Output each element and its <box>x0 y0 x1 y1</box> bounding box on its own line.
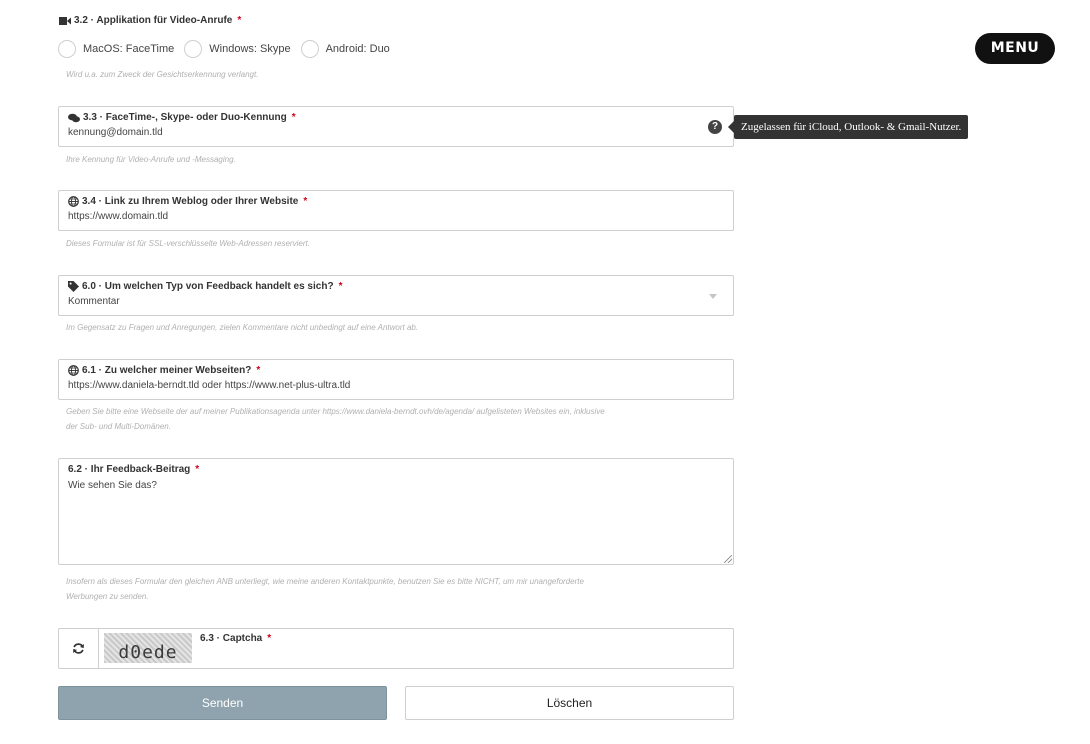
feedback-textarea[interactable]: 6.2 · Ihr Feedback-Beitrag * Wie sehen Si… <box>58 458 734 565</box>
which-site-label: 6.1 · Zu welcher meiner Webseiten? * <box>68 365 260 376</box>
tooltip: Zugelassen für iCloud, Outlook- & Gmail-… <box>727 115 969 139</box>
video-app-help: Wird u.a. zum Zweck der Gesichtserkennun… <box>66 70 259 79</box>
radio-facetime[interactable] <box>58 40 76 58</box>
video-camera-icon <box>59 16 71 25</box>
clear-button[interactable]: Löschen <box>405 686 734 720</box>
radio-duo-label[interactable]: Android: Duo <box>326 43 390 55</box>
menu-button[interactable]: MENU <box>975 33 1055 64</box>
feedback-type-value: Kommentar <box>68 296 120 307</box>
radio-skype[interactable] <box>184 40 203 58</box>
feedback-type-label-text: 6.0 · Um welchen Typ von Feedback handel… <box>82 281 334 292</box>
website-field[interactable]: 3.4 · Link zu Ihrem Weblog oder Ihrer We… <box>58 190 734 231</box>
resize-handle-icon[interactable] <box>724 555 732 563</box>
required-marker: * <box>303 196 308 207</box>
feedback-type-help: Im Gegensatz zu Fragen und Anregungen, z… <box>66 323 419 332</box>
captcha-field: d0ede 6.3 · Captcha * <box>58 628 734 669</box>
question-icon[interactable]: ? <box>708 120 722 134</box>
captcha-label: 6.3 · Captcha * <box>200 633 271 644</box>
radio-facetime-label[interactable]: MacOS: FaceTime <box>83 43 174 55</box>
radio-skype-label[interactable]: Windows: Skype <box>209 43 290 55</box>
website-label: 3.4 · Link zu Ihrem Weblog oder Ihrer We… <box>68 196 307 207</box>
which-site-field[interactable]: 6.1 · Zu welcher meiner Webseiten? * http… <box>58 359 734 400</box>
required-marker: * <box>338 281 343 292</box>
required-marker: * <box>267 633 272 644</box>
facetime-id-input[interactable]: kennung@domain.tld <box>68 127 163 138</box>
dropdown-arrow-icon[interactable] <box>709 294 717 299</box>
captcha-image: d0ede <box>104 633 192 663</box>
radio-duo[interactable] <box>300 40 319 58</box>
captcha-label-text: 6.3 · Captcha <box>200 633 263 644</box>
feedback-text-label: 6.2 · Ihr Feedback-Beitrag * <box>68 464 199 475</box>
captcha-input[interactable] <box>200 649 720 665</box>
required-marker: * <box>195 464 200 475</box>
feedback-type-select[interactable]: 6.0 · Um welchen Typ von Feedback handel… <box>58 275 734 316</box>
website-label-text: 3.4 · Link zu Ihrem Weblog oder Ihrer We… <box>82 196 299 207</box>
facetime-id-label-text: 3.3 · FaceTime-, Skype- oder Duo-Kennung <box>83 112 287 123</box>
which-site-help-line1: Geben Sie bitte eine Webseite der auf me… <box>66 407 605 416</box>
required-marker: * <box>256 365 261 376</box>
captcha-code: d0ede <box>118 642 178 663</box>
refresh-icon <box>73 643 84 654</box>
globe-icon <box>68 365 79 376</box>
tag-icon <box>68 281 79 292</box>
globe-icon <box>68 196 79 207</box>
required-marker: * <box>291 112 296 123</box>
captcha-refresh-button[interactable] <box>59 629 99 668</box>
website-help: Dieses Formular ist für SSL-verschlüssel… <box>66 239 310 248</box>
which-site-label-text: 6.1 · Zu welcher meiner Webseiten? <box>82 365 252 376</box>
chat-bubbles-icon <box>68 113 80 122</box>
feedback-type-label: 6.0 · Um welchen Typ von Feedback handel… <box>68 281 342 292</box>
send-button[interactable]: Senden <box>58 686 387 720</box>
feedback-text-value[interactable]: Wie sehen Sie das? <box>68 480 157 491</box>
required-marker: * <box>237 15 242 26</box>
facetime-id-label: 3.3 · FaceTime-, Skype- oder Duo-Kennung… <box>68 112 296 123</box>
which-site-input[interactable]: https://www.daniela-berndt.tld oder http… <box>68 380 350 391</box>
facetime-id-field[interactable]: 3.3 · FaceTime-, Skype- oder Duo-Kennung… <box>58 106 734 147</box>
which-site-help-line2: der Sub- und Multi-Domänen. <box>66 422 171 431</box>
video-app-label-text: 3.2 · Applikation für Video-Anrufe <box>74 15 233 26</box>
video-app-label: 3.2 · Applikation für Video-Anrufe * <box>59 15 241 26</box>
feedback-text-label-text: 6.2 · Ihr Feedback-Beitrag <box>68 464 191 475</box>
feedback-text-help-line2: Werbungen zu senden. <box>66 592 149 601</box>
video-app-radio-group: MacOS: FaceTime Windows: Skype Android: … <box>58 40 400 58</box>
facetime-id-help: Ihre Kennung für Video-Anrufe und -Messa… <box>66 155 236 164</box>
feedback-text-help-line1: Insofern als dieses Formular den gleiche… <box>66 577 584 586</box>
website-input[interactable]: https://www.domain.tld <box>68 211 168 222</box>
